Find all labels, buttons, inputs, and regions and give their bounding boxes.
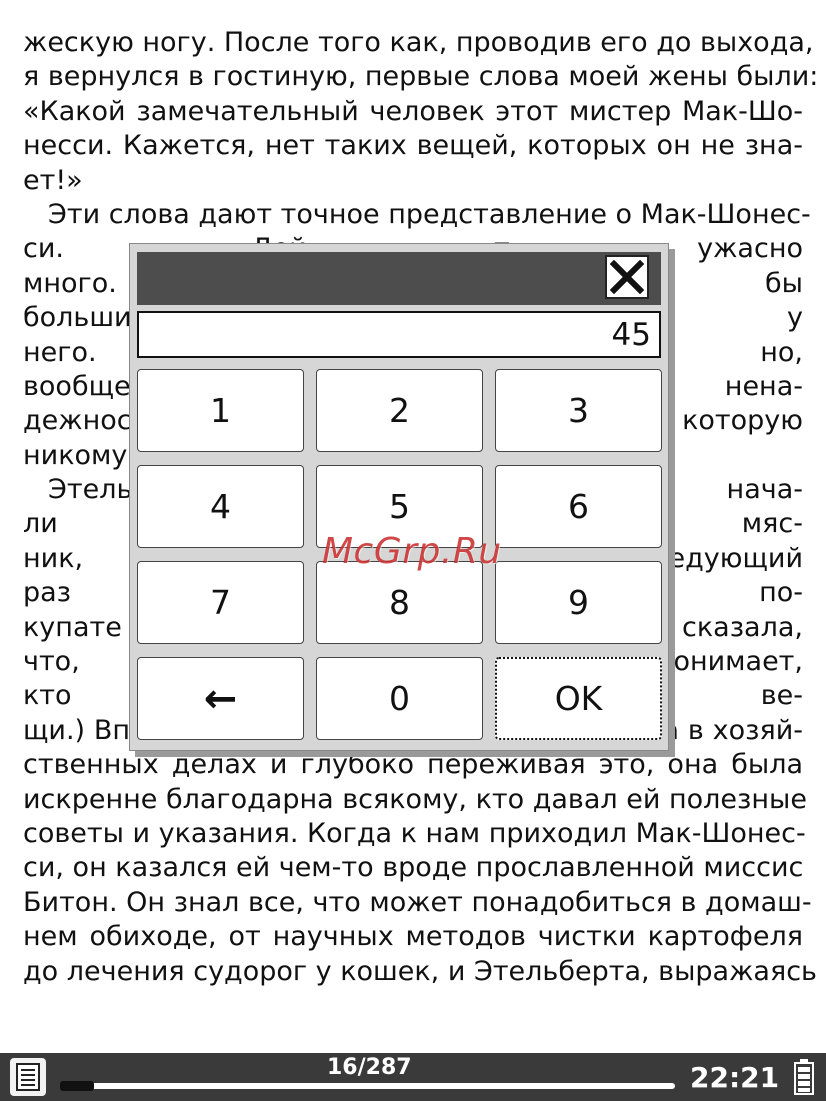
dialog-header xyxy=(137,252,661,305)
text-line: ственных делах и глубоко переживая это, … xyxy=(23,749,803,781)
key-0[interactable]: 0 xyxy=(316,657,483,740)
menu-button[interactable] xyxy=(10,1058,46,1096)
text-line: «Какой замечательный человек этот мистер… xyxy=(23,95,803,127)
page-number-dialog: 45 1 2 3 4 5 6 7 8 9 ← 0 OK xyxy=(129,243,669,751)
ok-button[interactable]: OK xyxy=(495,657,662,740)
text-line: ет!» xyxy=(23,164,83,196)
key-7[interactable]: 7 xyxy=(137,561,304,644)
number-display: 45 xyxy=(137,311,661,358)
key-8[interactable]: 8 xyxy=(316,561,483,644)
backspace-arrow-icon: ← xyxy=(203,675,238,722)
key-4[interactable]: 4 xyxy=(137,465,304,548)
text-line: нем обиходе, от научных методов чистки к… xyxy=(23,921,803,953)
text-line: советы и указания. Когда к нам приходил … xyxy=(23,817,806,849)
backspace-button[interactable]: ← xyxy=(137,657,304,740)
close-icon xyxy=(610,260,644,294)
reading-progress-bar[interactable] xyxy=(60,1081,675,1091)
watermark: McGrp.Ru xyxy=(322,531,502,572)
close-button[interactable] xyxy=(605,255,649,299)
menu-list-icon xyxy=(16,1063,40,1091)
text-line: искренне благодарна всякому, кто давал е… xyxy=(23,783,807,815)
clock: 22:21 xyxy=(690,1061,780,1094)
key-3[interactable]: 3 xyxy=(495,369,662,452)
status-bar: 16/287 22:21 xyxy=(0,1053,826,1101)
key-2[interactable]: 2 xyxy=(316,369,483,452)
page-counter: 16/287 xyxy=(327,1055,412,1080)
text-line: Битон. Он знал все, что может понадобить… xyxy=(23,886,812,918)
text-line: Эти слова дают точное представление о Ма… xyxy=(48,198,811,230)
text-line: я вернулся в гостиную, первые слова моей… xyxy=(23,61,819,93)
text-line: несси. Кажется, нет таких вещей, которых… xyxy=(23,130,803,162)
key-1[interactable]: 1 xyxy=(137,369,304,452)
battery-icon xyxy=(794,1059,814,1095)
key-6[interactable]: 6 xyxy=(495,465,662,548)
text-line: жескую ногу. После того как, проводив ег… xyxy=(23,27,814,58)
reading-progress-fill xyxy=(60,1081,95,1091)
key-9[interactable]: 9 xyxy=(495,561,662,644)
text-line: до лечения судорог у кошек, и Этельберта… xyxy=(23,955,817,987)
text-line: си, он казался ей чем-то вроде прославле… xyxy=(23,852,804,884)
